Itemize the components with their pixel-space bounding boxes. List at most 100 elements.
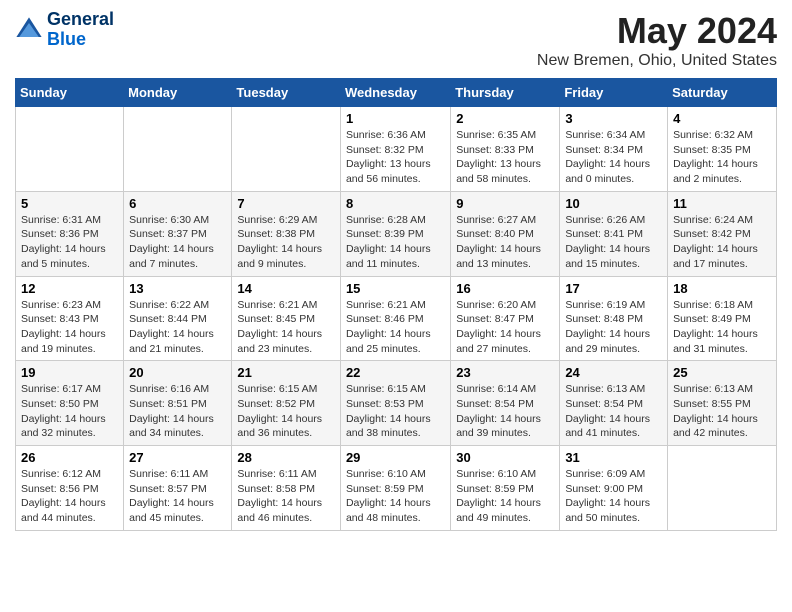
day-info: Sunrise: 6:36 AMSunset: 8:32 PMDaylight:… <box>346 128 445 187</box>
day-info: Sunrise: 6:35 AMSunset: 8:33 PMDaylight:… <box>456 128 554 187</box>
day-number: 24 <box>565 365 662 380</box>
day-info: Sunrise: 6:15 AMSunset: 8:53 PMDaylight:… <box>346 382 445 441</box>
calendar-cell: 15 Sunrise: 6:21 AMSunset: 8:46 PMDayligh… <box>340 276 450 361</box>
day-info: Sunrise: 6:27 AMSunset: 8:40 PMDaylight:… <box>456 213 554 272</box>
day-number: 8 <box>346 196 445 211</box>
day-info: Sunrise: 6:11 AMSunset: 8:58 PMDaylight:… <box>237 467 335 526</box>
logo-line2: Blue <box>47 30 114 50</box>
day-info: Sunrise: 6:16 AMSunset: 8:51 PMDaylight:… <box>129 382 226 441</box>
day-number: 30 <box>456 450 554 465</box>
calendar-cell: 14 Sunrise: 6:21 AMSunset: 8:45 PMDayligh… <box>232 276 341 361</box>
header-cell-friday: Friday <box>560 79 668 107</box>
week-row-5: 26 Sunrise: 6:12 AMSunset: 8:56 PMDayligh… <box>16 446 777 531</box>
day-number: 4 <box>673 111 771 126</box>
day-number: 7 <box>237 196 335 211</box>
day-number: 12 <box>21 281 118 296</box>
day-number: 14 <box>237 281 335 296</box>
calendar-cell: 1 Sunrise: 6:36 AMSunset: 8:32 PMDaylight… <box>340 107 450 192</box>
header: General Blue May 2024 New Bremen, Ohio, … <box>15 10 777 70</box>
day-info: Sunrise: 6:22 AMSunset: 8:44 PMDaylight:… <box>129 298 226 357</box>
day-info: Sunrise: 6:13 AMSunset: 8:55 PMDaylight:… <box>673 382 771 441</box>
calendar-cell: 23 Sunrise: 6:14 AMSunset: 8:54 PMDayligh… <box>451 361 560 446</box>
day-info: Sunrise: 6:28 AMSunset: 8:39 PMDaylight:… <box>346 213 445 272</box>
title-area: May 2024 New Bremen, Ohio, United States <box>537 10 777 70</box>
calendar-cell: 27 Sunrise: 6:11 AMSunset: 8:57 PMDayligh… <box>124 446 232 531</box>
week-row-1: 1 Sunrise: 6:36 AMSunset: 8:32 PMDaylight… <box>16 107 777 192</box>
day-info: Sunrise: 6:17 AMSunset: 8:50 PMDaylight:… <box>21 382 118 441</box>
day-number: 22 <box>346 365 445 380</box>
day-info: Sunrise: 6:09 AMSunset: 9:00 PMDaylight:… <box>565 467 662 526</box>
calendar-table: SundayMondayTuesdayWednesdayThursdayFrid… <box>15 78 777 531</box>
logo-icon <box>15 16 43 44</box>
calendar-cell: 31 Sunrise: 6:09 AMSunset: 9:00 PMDayligh… <box>560 446 668 531</box>
day-info: Sunrise: 6:11 AMSunset: 8:57 PMDaylight:… <box>129 467 226 526</box>
day-number: 15 <box>346 281 445 296</box>
day-number: 16 <box>456 281 554 296</box>
calendar-cell: 2 Sunrise: 6:35 AMSunset: 8:33 PMDaylight… <box>451 107 560 192</box>
calendar-cell: 21Sunrise: 6:15 AMSunset: 8:52 PMDayligh… <box>232 361 341 446</box>
calendar-cell: 18Sunrise: 6:18 AMSunset: 8:49 PMDayligh… <box>668 276 777 361</box>
day-info: Sunrise: 6:21 AMSunset: 8:46 PMDaylight:… <box>346 298 445 357</box>
calendar-cell: 19 Sunrise: 6:17 AMSunset: 8:50 PMDayligh… <box>16 361 124 446</box>
day-number: 21 <box>237 365 335 380</box>
day-info: Sunrise: 6:21 AMSunset: 8:45 PMDaylight:… <box>237 298 335 357</box>
day-number: 5 <box>21 196 118 211</box>
day-number: 20 <box>129 365 226 380</box>
calendar-cell: 20 Sunrise: 6:16 AMSunset: 8:51 PMDayligh… <box>124 361 232 446</box>
header-cell-tuesday: Tuesday <box>232 79 341 107</box>
day-info: Sunrise: 6:19 AMSunset: 8:48 PMDaylight:… <box>565 298 662 357</box>
day-number: 19 <box>21 365 118 380</box>
day-info: Sunrise: 6:26 AMSunset: 8:41 PMDaylight:… <box>565 213 662 272</box>
header-cell-monday: Monday <box>124 79 232 107</box>
calendar-cell: 9 Sunrise: 6:27 AMSunset: 8:40 PMDaylight… <box>451 191 560 276</box>
day-number: 27 <box>129 450 226 465</box>
day-number: 29 <box>346 450 445 465</box>
day-info: Sunrise: 6:31 AMSunset: 8:36 PMDaylight:… <box>21 213 118 272</box>
day-number: 23 <box>456 365 554 380</box>
header-cell-saturday: Saturday <box>668 79 777 107</box>
calendar-header: SundayMondayTuesdayWednesdayThursdayFrid… <box>16 79 777 107</box>
calendar-cell: 16 Sunrise: 6:20 AMSunset: 8:47 PMDayligh… <box>451 276 560 361</box>
day-number: 28 <box>237 450 335 465</box>
calendar-title: May 2024 <box>537 10 777 52</box>
calendar-body: 1 Sunrise: 6:36 AMSunset: 8:32 PMDaylight… <box>16 107 777 531</box>
calendar-cell: 7 Sunrise: 6:29 AMSunset: 8:38 PMDaylight… <box>232 191 341 276</box>
calendar-cell: 17 Sunrise: 6:19 AMSunset: 8:48 PMDayligh… <box>560 276 668 361</box>
calendar-cell: 8 Sunrise: 6:28 AMSunset: 8:39 PMDaylight… <box>340 191 450 276</box>
day-info: Sunrise: 6:10 AMSunset: 8:59 PMDaylight:… <box>456 467 554 526</box>
calendar-cell: 26 Sunrise: 6:12 AMSunset: 8:56 PMDayligh… <box>16 446 124 531</box>
day-number: 1 <box>346 111 445 126</box>
day-info: Sunrise: 6:10 AMSunset: 8:59 PMDaylight:… <box>346 467 445 526</box>
day-number: 17 <box>565 281 662 296</box>
day-info: Sunrise: 6:32 AMSunset: 8:35 PMDaylight:… <box>673 128 771 187</box>
header-cell-wednesday: Wednesday <box>340 79 450 107</box>
day-info: Sunrise: 6:13 AMSunset: 8:54 PMDaylight:… <box>565 382 662 441</box>
calendar-cell <box>232 107 341 192</box>
day-number: 9 <box>456 196 554 211</box>
header-cell-thursday: Thursday <box>451 79 560 107</box>
day-info: Sunrise: 6:20 AMSunset: 8:47 PMDaylight:… <box>456 298 554 357</box>
calendar-cell: 11Sunrise: 6:24 AMSunset: 8:42 PMDayligh… <box>668 191 777 276</box>
day-info: Sunrise: 6:12 AMSunset: 8:56 PMDaylight:… <box>21 467 118 526</box>
day-info: Sunrise: 6:29 AMSunset: 8:38 PMDaylight:… <box>237 213 335 272</box>
day-number: 26 <box>21 450 118 465</box>
day-info: Sunrise: 6:14 AMSunset: 8:54 PMDaylight:… <box>456 382 554 441</box>
day-number: 2 <box>456 111 554 126</box>
calendar-cell: 22 Sunrise: 6:15 AMSunset: 8:53 PMDayligh… <box>340 361 450 446</box>
calendar-cell <box>124 107 232 192</box>
calendar-subtitle: New Bremen, Ohio, United States <box>537 52 777 70</box>
logo-line1: General <box>47 10 114 30</box>
calendar-cell: 13Sunrise: 6:22 AMSunset: 8:44 PMDayligh… <box>124 276 232 361</box>
calendar-cell: 12Sunrise: 6:23 AMSunset: 8:43 PMDayligh… <box>16 276 124 361</box>
calendar-cell: 28 Sunrise: 6:11 AMSunset: 8:58 PMDayligh… <box>232 446 341 531</box>
day-number: 31 <box>565 450 662 465</box>
day-info: Sunrise: 6:18 AMSunset: 8:49 PMDaylight:… <box>673 298 771 357</box>
calendar-cell <box>16 107 124 192</box>
calendar-cell: 29 Sunrise: 6:10 AMSunset: 8:59 PMDayligh… <box>340 446 450 531</box>
day-info: Sunrise: 6:34 AMSunset: 8:34 PMDaylight:… <box>565 128 662 187</box>
logo: General Blue <box>15 10 114 50</box>
calendar-cell: 30 Sunrise: 6:10 AMSunset: 8:59 PMDayligh… <box>451 446 560 531</box>
calendar-cell: 24 Sunrise: 6:13 AMSunset: 8:54 PMDayligh… <box>560 361 668 446</box>
calendar-cell: 25Sunrise: 6:13 AMSunset: 8:55 PMDayligh… <box>668 361 777 446</box>
header-cell-sunday: Sunday <box>16 79 124 107</box>
